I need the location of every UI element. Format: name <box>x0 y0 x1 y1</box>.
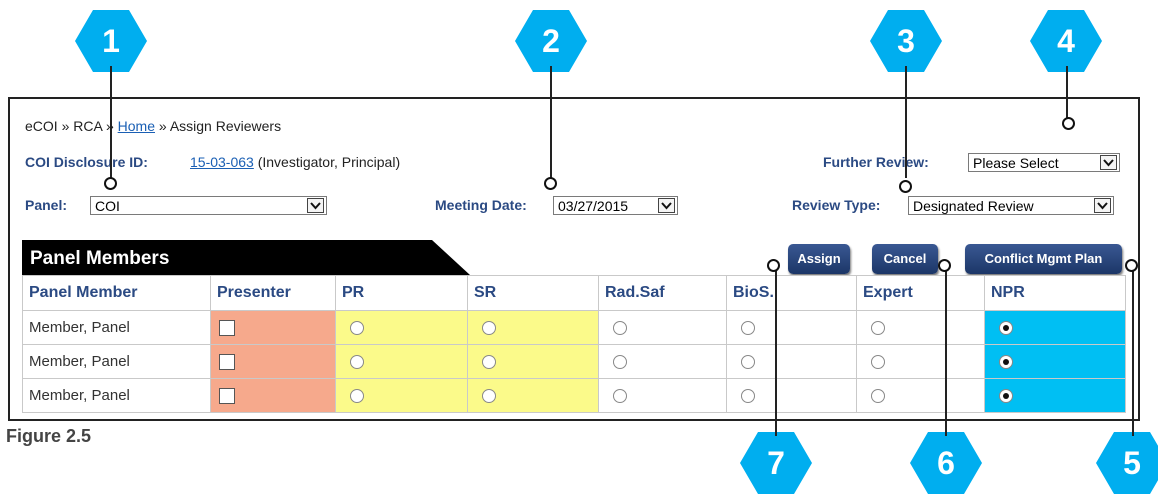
callout-3: 3 <box>870 10 942 72</box>
npr-radio[interactable] <box>999 389 1013 404</box>
review-type-select[interactable]: Designated Review <box>908 196 1114 215</box>
presenter-checkbox[interactable] <box>219 354 235 371</box>
sr-radio[interactable] <box>482 389 496 404</box>
expert-radio[interactable] <box>871 355 885 370</box>
disclosure-label: COI Disclosure ID: <box>25 154 148 170</box>
callout-5-marker <box>1125 259 1138 272</box>
cancel-button[interactable]: Cancel <box>872 244 938 274</box>
chevron-down-icon <box>307 198 324 213</box>
meeting-date-label: Meeting Date: <box>435 197 527 213</box>
pr-radio[interactable] <box>350 355 364 370</box>
col-expert: Expert <box>856 275 985 311</box>
breadcrumb-home-link[interactable]: Home <box>118 118 155 134</box>
expert-radio[interactable] <box>871 389 885 404</box>
table-header-row: Panel Member Presenter PR SR Rad.Saf Bio… <box>22 275 1126 311</box>
callout-4: 4 <box>1030 10 1102 72</box>
figure-caption: Figure 2.5 <box>6 426 92 446</box>
disclosure-info: 15-03-063 (Investigator, Principal) <box>190 154 400 170</box>
table-row: Member, Panel <box>22 344 1126 379</box>
breadcrumb-rca: RCA <box>73 118 103 134</box>
callout-1: 1 <box>75 10 147 72</box>
bios-radio[interactable] <box>741 355 755 370</box>
chevron-down-icon <box>1094 198 1111 213</box>
callout-1-marker <box>104 177 117 190</box>
callout-4-marker <box>1062 117 1075 130</box>
table-row: Member, Panel <box>22 310 1126 345</box>
callout-6-leader <box>945 266 947 436</box>
radsaf-radio[interactable] <box>613 321 627 336</box>
bios-radio[interactable] <box>741 389 755 404</box>
col-npr: NPR <box>984 275 1126 311</box>
panel-label: Panel: <box>25 197 68 213</box>
presenter-checkbox[interactable] <box>219 388 235 405</box>
chevron-down-icon <box>658 198 675 213</box>
col-sr: SR <box>467 275 599 311</box>
conflict-mgmt-plan-button[interactable]: Conflict Mgmt Plan <box>965 244 1122 274</box>
member-name: Member, Panel <box>22 378 211 413</box>
callout-3-marker <box>899 180 912 193</box>
callout-6-marker <box>938 259 951 272</box>
col-bios: BioS. <box>726 275 857 311</box>
sr-radio[interactable] <box>482 321 496 336</box>
breadcrumb-current: Assign Reviewers <box>169 118 282 134</box>
further-review-select[interactable]: Please Select <box>968 153 1120 172</box>
presenter-checkbox[interactable] <box>219 320 235 337</box>
member-name: Member, Panel <box>22 344 211 379</box>
npr-radio[interactable] <box>999 321 1013 336</box>
expert-radio[interactable] <box>871 321 885 336</box>
col-pr: PR <box>335 275 468 311</box>
callout-5-leader <box>1132 266 1134 436</box>
col-radsaf: Rad.Saf <box>598 275 727 311</box>
callout-4-leader <box>1066 66 1068 118</box>
assign-button[interactable]: Assign <box>788 244 850 274</box>
callout-5: 5 <box>1096 432 1158 494</box>
callout-7-leader <box>775 266 777 436</box>
sr-radio[interactable] <box>482 355 496 370</box>
npr-radio[interactable] <box>999 355 1013 370</box>
disclosure-role: (Investigator, Principal) <box>257 154 401 170</box>
radsaf-radio[interactable] <box>613 389 627 404</box>
callout-7-marker <box>767 259 780 272</box>
review-type-label: Review Type: <box>792 197 881 213</box>
meeting-date-select[interactable]: 03/27/2015 <box>553 196 678 215</box>
col-presenter: Presenter <box>210 275 336 311</box>
callout-7: 7 <box>740 432 812 494</box>
panel-select[interactable]: COI <box>90 196 327 215</box>
panel-members-table: Panel Member Presenter PR SR Rad.Saf Bio… <box>22 275 1126 413</box>
col-panel-member: Panel Member <box>22 275 211 311</box>
screenshot-frame: eCOI » RCA » Home » Assign Reviewers COI… <box>8 97 1140 421</box>
chevron-down-icon <box>1100 155 1117 170</box>
breadcrumb: eCOI » RCA » Home » Assign Reviewers <box>25 118 282 134</box>
breadcrumb-ecoi: eCOI <box>25 118 58 134</box>
section-title: Panel Members <box>30 248 170 269</box>
disclosure-id-link[interactable]: 15-03-063 <box>190 154 254 170</box>
pr-radio[interactable] <box>350 321 364 336</box>
bios-radio[interactable] <box>741 321 755 336</box>
radsaf-radio[interactable] <box>613 355 627 370</box>
callout-2-marker <box>544 177 557 190</box>
callout-2: 2 <box>515 10 587 72</box>
callout-2-leader <box>550 66 552 178</box>
callout-1-leader <box>110 66 112 178</box>
panel-members-header: Panel Members <box>22 240 470 275</box>
pr-radio[interactable] <box>350 389 364 404</box>
table-row: Member, Panel <box>22 378 1126 413</box>
callout-6: 6 <box>910 432 982 494</box>
further-review-label: Further Review: <box>823 154 929 170</box>
member-name: Member, Panel <box>22 310 211 345</box>
callout-3-leader <box>905 66 907 178</box>
